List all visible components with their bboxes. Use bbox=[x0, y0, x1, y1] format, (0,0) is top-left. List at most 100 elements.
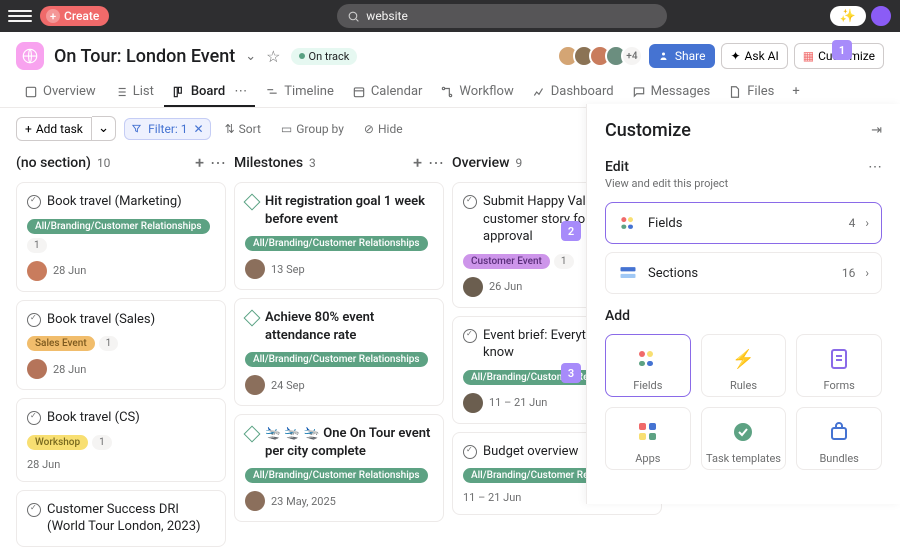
more-icon[interactable]: ⋯ bbox=[210, 153, 226, 172]
upgrade-icon[interactable]: ✨ bbox=[830, 6, 866, 26]
create-button[interactable]: + Create bbox=[40, 6, 109, 26]
milestone-icon[interactable] bbox=[244, 310, 261, 327]
share-button[interactable]: Share bbox=[649, 44, 716, 68]
task-card[interactable]: Book travel (Sales)Sales Event128 Jun bbox=[16, 300, 226, 391]
tab-timeline[interactable]: Timeline bbox=[257, 78, 342, 107]
complete-checkbox[interactable] bbox=[463, 329, 477, 343]
plus-icon: + bbox=[46, 9, 60, 23]
add-bundles-card[interactable]: Bundles bbox=[796, 407, 882, 470]
edit-section-title: Edit bbox=[605, 159, 629, 175]
card-title: Book travel (Marketing) bbox=[47, 193, 215, 211]
assignee-avatar[interactable] bbox=[463, 393, 483, 413]
complete-checkbox[interactable] bbox=[27, 503, 41, 517]
due-date: 28 Jun bbox=[27, 458, 60, 471]
customize-title: Customize bbox=[605, 120, 691, 141]
user-avatar[interactable] bbox=[870, 5, 892, 27]
hide-button[interactable]: ⊘ Hide bbox=[358, 119, 409, 139]
sort-button[interactable]: ⇅ Sort bbox=[219, 119, 267, 139]
assignee-avatar[interactable] bbox=[245, 491, 265, 511]
more-icon[interactable]: ⋯ bbox=[234, 84, 247, 99]
card-title: Achieve 80% event attendance rate bbox=[265, 309, 433, 344]
tag[interactable]: All/Branding/Customer Relationships bbox=[245, 468, 428, 483]
task-card[interactable]: 🛬 🛬 🛬 One On Tour event per city complet… bbox=[234, 414, 444, 522]
sections-icon bbox=[618, 263, 638, 283]
add-fields-card[interactable]: Fields bbox=[605, 334, 691, 397]
milestone-icon[interactable] bbox=[244, 426, 261, 443]
status-badge[interactable]: On track bbox=[291, 48, 358, 65]
chevron-right-icon: › bbox=[865, 216, 869, 230]
workflow-icon bbox=[440, 85, 454, 99]
complete-checkbox[interactable] bbox=[463, 195, 477, 209]
card-title: Book travel (CS) bbox=[47, 409, 215, 427]
tag[interactable]: Sales Event bbox=[27, 336, 95, 351]
task-card[interactable]: Achieve 80% event attendance rate All/Bra… bbox=[234, 298, 444, 406]
fields-row[interactable]: Fields 4 › bbox=[605, 202, 882, 244]
add-apps-card[interactable]: Apps bbox=[605, 407, 691, 470]
close-icon[interactable]: ✕ bbox=[194, 122, 204, 136]
tag[interactable]: Customer Event bbox=[463, 254, 550, 269]
collapse-icon[interactable]: ⇥ bbox=[871, 123, 882, 138]
calendar-icon bbox=[352, 85, 366, 99]
tag[interactable]: All/Branding/Customer Relationships bbox=[27, 219, 210, 234]
complete-checkbox[interactable] bbox=[27, 411, 41, 425]
add-card-icon[interactable]: + bbox=[413, 153, 422, 172]
more-icon[interactable]: ⋯ bbox=[868, 159, 882, 175]
tab-messages[interactable]: Messages bbox=[624, 78, 719, 107]
assignee-avatar[interactable] bbox=[245, 375, 265, 395]
tab-calendar[interactable]: Calendar bbox=[344, 78, 431, 107]
chevron-down-icon[interactable]: ⌄ bbox=[245, 49, 256, 64]
add-rules-card[interactable]: ⚡ Rules bbox=[701, 334, 787, 397]
fields-icon bbox=[618, 213, 638, 233]
assignee-avatar[interactable] bbox=[245, 259, 265, 279]
tab-workflow[interactable]: Workflow bbox=[432, 78, 521, 107]
rules-icon: ⚡ bbox=[731, 347, 755, 371]
search-input[interactable] bbox=[366, 9, 657, 23]
tag[interactable]: All/Branding/Customer Relationships bbox=[245, 352, 428, 367]
column-count: 10 bbox=[97, 156, 111, 170]
complete-checkbox[interactable] bbox=[463, 445, 477, 459]
add-forms-card[interactable]: Forms bbox=[796, 334, 882, 397]
sparkle-icon: ✦ bbox=[730, 49, 740, 63]
add-card-icon[interactable]: + bbox=[195, 153, 204, 172]
complete-checkbox[interactable] bbox=[27, 313, 41, 327]
ask-ai-button[interactable]: ✦ Ask AI bbox=[721, 43, 787, 69]
sections-row[interactable]: Sections 16 › bbox=[605, 252, 882, 294]
tab-overview[interactable]: Overview bbox=[16, 78, 104, 107]
task-card[interactable]: Hit registration goal 1 week before even… bbox=[234, 182, 444, 290]
callout-badge-2: 2 bbox=[561, 221, 581, 241]
menu-icon[interactable] bbox=[8, 4, 32, 28]
star-icon[interactable]: ☆ bbox=[266, 47, 280, 66]
tag[interactable]: All/Branding/Customer Relationships bbox=[245, 236, 428, 251]
due-date: 11 – 21 Jun bbox=[489, 396, 547, 409]
messages-icon bbox=[632, 85, 646, 99]
search-input-container[interactable] bbox=[337, 4, 667, 28]
tag[interactable]: Workshop bbox=[27, 435, 88, 450]
member-avatars[interactable]: +4 bbox=[557, 45, 643, 67]
add-templates-card[interactable]: Task templates bbox=[701, 407, 787, 470]
assignee-avatar[interactable] bbox=[27, 261, 47, 281]
tab-files[interactable]: Files bbox=[720, 78, 782, 107]
column-title: Overview bbox=[452, 155, 509, 171]
assignee-avatar[interactable] bbox=[27, 359, 47, 379]
filter-chip[interactable]: Filter: 1 ✕ bbox=[124, 118, 211, 140]
add-task-dropdown[interactable]: ⌄ bbox=[92, 116, 116, 141]
subtask-count: 1 bbox=[554, 254, 574, 269]
tab-dashboard[interactable]: Dashboard bbox=[524, 78, 622, 107]
tab-board[interactable]: Board⋯ bbox=[164, 78, 255, 107]
task-card[interactable]: Book travel (Marketing) All/Branding/Cust… bbox=[16, 182, 226, 292]
more-icon[interactable]: ⋯ bbox=[428, 153, 444, 172]
task-card[interactable]: Book travel (CS)Workshop128 Jun bbox=[16, 398, 226, 482]
column-title: Milestones bbox=[234, 155, 303, 171]
complete-checkbox[interactable] bbox=[27, 195, 41, 209]
add-tab-button[interactable]: + bbox=[784, 78, 807, 107]
add-task-button[interactable]: + Add task bbox=[16, 117, 92, 141]
task-card[interactable]: Customer Success DRI (World Tour London,… bbox=[16, 490, 226, 547]
assignee-avatar[interactable] bbox=[463, 277, 483, 297]
tab-list[interactable]: List bbox=[106, 78, 162, 107]
subtask-count: 1 bbox=[99, 336, 119, 351]
milestone-icon[interactable] bbox=[244, 194, 261, 211]
card-title: 🛬 🛬 🛬 One On Tour event per city complet… bbox=[265, 425, 433, 460]
due-date: 24 Sep bbox=[271, 379, 305, 392]
files-icon bbox=[728, 85, 742, 99]
group-button[interactable]: ▭ Group by bbox=[275, 119, 350, 139]
